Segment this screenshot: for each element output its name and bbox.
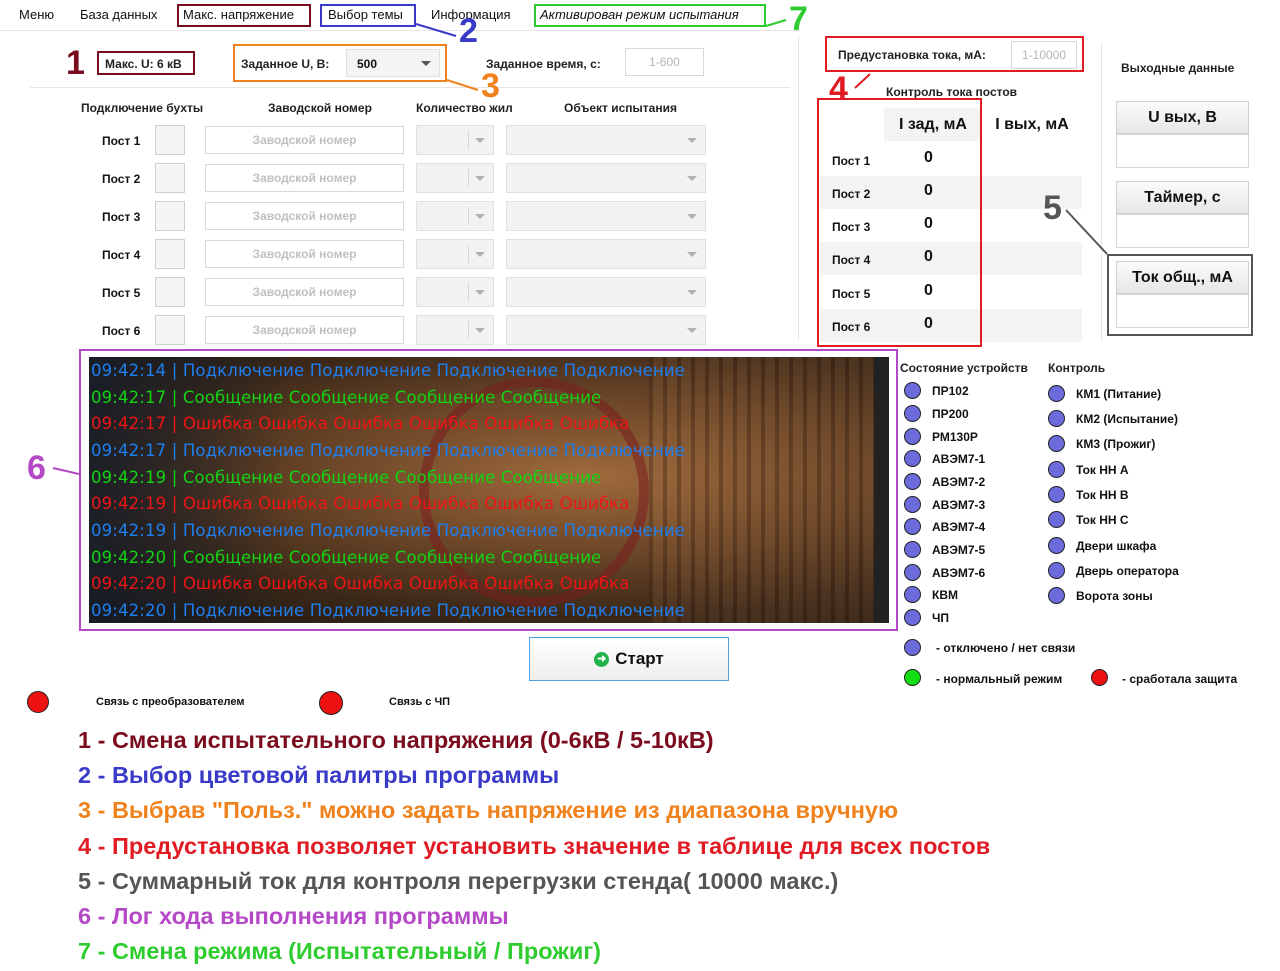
legend-line-6: 6 - Лог хода выполнения программы: [78, 903, 509, 929]
legend-line-4: 4 - Предустановка позволяет установить з…: [78, 833, 991, 859]
legend-line-1: 1 - Смена испытательного напряжения (0-6…: [78, 727, 714, 753]
legend-line-5: 5 - Суммарный ток для контроля перегрузк…: [78, 868, 839, 894]
legend-line-3: 3 - Выбрав "Польз." можно задать напряже…: [78, 797, 899, 823]
legend-line-7: 7 - Смена режима (Испытательный / Прожиг…: [78, 938, 601, 964]
annotation-connectors: [52, 19, 1108, 475]
legend-line-2: 2 - Выбор цветовой палитры программы: [78, 762, 560, 788]
